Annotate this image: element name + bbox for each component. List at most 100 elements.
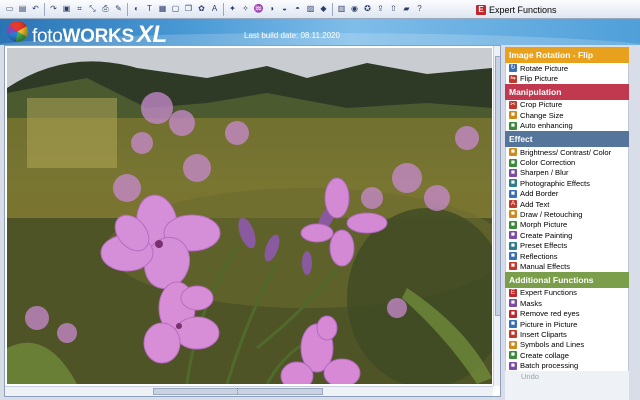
effects-icon[interactable]: ✧	[240, 3, 251, 14]
panel-item-label: Symbols and Lines	[520, 340, 585, 350]
horizontal-scroll-thumb[interactable]: ⋮	[153, 388, 323, 395]
draw-icon: ■	[509, 210, 517, 219]
panel-item-label: Reflections	[520, 251, 558, 261]
frame-icon[interactable]: ▢	[170, 3, 181, 14]
brush-icon[interactable]: ✎	[113, 3, 124, 14]
panel-item-preset[interactable]: ■ Preset Effects	[506, 240, 628, 250]
painting-icon: ■	[509, 231, 517, 240]
rotate-icon: ↻	[509, 64, 517, 73]
expert-icon: E	[509, 288, 517, 297]
emboss-icon[interactable]: ▨	[305, 3, 316, 14]
help-icon[interactable]: ?	[414, 3, 425, 14]
section-items-rotation: ↻ Rotate Picture ⇋ Flip Picture	[505, 63, 629, 84]
open-file-icon[interactable]: ▤	[17, 3, 28, 14]
panel-item-label: Remove red eyes	[520, 309, 580, 319]
panel-item-pip[interactable]: ■ Picture in Picture	[506, 319, 628, 329]
section-items-manipulation: ✂ Crop Picture ■ Change Size ■ Auto enhancing	[505, 99, 629, 131]
new-file-icon[interactable]: ▭	[4, 3, 15, 14]
mask-icon[interactable]: ◐	[131, 3, 142, 14]
section-header-rotation[interactable]: Image Rotation - Flip	[505, 47, 629, 63]
photo-preview[interactable]	[7, 48, 500, 391]
resize-icon[interactable]: ⤡	[87, 3, 98, 14]
panel-item-manual-effects[interactable]: ■ Manual Effects	[506, 261, 628, 271]
panel-item-collage[interactable]: ■ Create collage	[506, 350, 628, 360]
save-icon[interactable]: ▣	[61, 3, 72, 14]
rotate-left-icon[interactable]: ↶	[30, 3, 41, 14]
panel-item-flip[interactable]: ⇋ Flip Picture	[506, 73, 628, 83]
panel-item-enhance[interactable]: ■ Auto enhancing	[506, 121, 628, 131]
border-icon: ■	[509, 189, 517, 198]
logo-text-xl: XL	[136, 21, 167, 45]
panel-item-sharpen[interactable]: ■ Sharpen / Blur	[506, 168, 628, 178]
panel-item-draw[interactable]: ■ Draw / Retouching	[506, 209, 628, 219]
eye-icon[interactable]: ◉	[349, 3, 360, 14]
panel-item-label: Masks	[520, 298, 542, 308]
image-canvas[interactable]: ⋮	[4, 45, 501, 397]
text-icon[interactable]: T	[144, 3, 155, 14]
mask-icon: ■	[509, 299, 517, 308]
panel-item-mask[interactable]: ■ Masks	[506, 298, 628, 308]
font-icon[interactable]: A	[209, 3, 220, 14]
logo-text-foto: foto	[32, 26, 63, 45]
panel-item-reflection[interactable]: ■ Reflections	[506, 251, 628, 261]
panel-item-text[interactable]: A Add Text	[506, 199, 628, 209]
collage-icon: ■	[509, 351, 517, 360]
blur-icon[interactable]: ◓	[292, 3, 303, 14]
section-header-effect[interactable]: Effect	[505, 130, 629, 147]
clipart-icon[interactable]: ✿	[196, 3, 207, 14]
flower-photo	[7, 48, 500, 391]
app-logo: foto WORKS XL	[32, 21, 167, 45]
color-icon[interactable]: ◒	[279, 3, 290, 14]
upload-icon[interactable]: ⇧	[388, 3, 399, 14]
panel-item-brightness[interactable]: ■ Brightness/ Contrast/ Color	[506, 147, 628, 157]
image-icon[interactable]: ▦	[157, 3, 168, 14]
panel-item-batch[interactable]: ■ Batch processing	[506, 360, 628, 370]
panel-item-label: Color Correction	[520, 158, 576, 168]
panel-item-label: Batch processing	[520, 361, 579, 371]
panel-item-expert[interactable]: E Expert Functions	[506, 288, 628, 298]
sharpen-icon: ■	[509, 168, 517, 177]
print-icon[interactable]: ⎙	[100, 3, 111, 14]
contrast-icon[interactable]: ◑	[266, 3, 277, 14]
panel-item-morph[interactable]: ■ Morph Picture	[506, 220, 628, 230]
panel-item-color-correction[interactable]: ■ Color Correction	[506, 157, 628, 167]
panel-item-symbols[interactable]: ■ Symbols and Lines	[506, 340, 628, 350]
vertical-scroll-thumb[interactable]	[495, 56, 500, 316]
panel-item-crop[interactable]: ✂ Crop Picture	[506, 100, 628, 110]
rotate-right-icon[interactable]: ↷	[48, 3, 59, 14]
panel-item-red-eye[interactable]: ■ Remove red eyes	[506, 308, 628, 318]
crop-icon[interactable]: ⌗	[74, 3, 85, 14]
section-items-additional: E Expert Functions ■ Masks ■ Remove red eyes ■…	[505, 287, 629, 371]
panel-item-border[interactable]: ■ Add Border	[506, 189, 628, 199]
share-icon[interactable]: ⇪	[375, 3, 386, 14]
photo-effects-icon: ■	[509, 179, 517, 188]
resize-icon: ■	[509, 111, 517, 120]
morph-icon: ■	[509, 220, 517, 229]
horizontal-scrollbar[interactable]: ⋮	[5, 386, 493, 396]
undo-button[interactable]: Undo	[505, 371, 629, 383]
panel-item-clipart[interactable]: ■ Insert Cliparts	[506, 329, 628, 339]
grip-icon: ⋮	[234, 388, 241, 395]
main-toolbar: ▭ ▤ ↶ ↷ ▣ ⌗ ⤡ ⎙ ✎ ◐ T ▦ ▢ ❒ ✿ A ✦ ✧ ♒ ◑ ◒ ◓ ▨ ◆ ▥ ◉ ✪ ⇪ ⇧ ▰? E Expert…	[0, 0, 640, 19]
paint-icon[interactable]: ♒	[253, 3, 264, 14]
panel-item-label: Flip Picture	[520, 74, 558, 84]
pip-icon: ■	[509, 320, 517, 328]
vertical-scrollbar[interactable]	[493, 46, 500, 386]
enhance-icon: ■	[509, 121, 517, 130]
sharpen-icon[interactable]: ◆	[318, 3, 329, 14]
panel-item-resize[interactable]: ■ Change Size	[506, 110, 628, 120]
frames-icon[interactable]: ▥	[336, 3, 347, 14]
stamp-icon[interactable]: ✪	[362, 3, 373, 14]
panel-item-painting[interactable]: ■ Create Painting	[506, 230, 628, 240]
expert-functions-button[interactable]: E Expert Functions	[476, 3, 557, 17]
panel-item-label: Expert Functions	[520, 288, 577, 298]
layers-icon[interactable]: ❒	[183, 3, 194, 14]
section-header-additional[interactable]: Additional Functions	[505, 271, 629, 288]
toolbar-separator	[44, 3, 45, 16]
folder-icon[interactable]: ▰	[401, 3, 412, 14]
section-header-manipulation[interactable]: Manipulation	[505, 83, 629, 100]
panel-item-rotate[interactable]: ↻ Rotate Picture	[506, 63, 628, 73]
panel-item-label: Preset Effects	[520, 241, 568, 251]
panel-item-photo-effects[interactable]: ■ Photographic Effects	[506, 178, 628, 188]
magic-icon[interactable]: ✦	[227, 3, 238, 14]
